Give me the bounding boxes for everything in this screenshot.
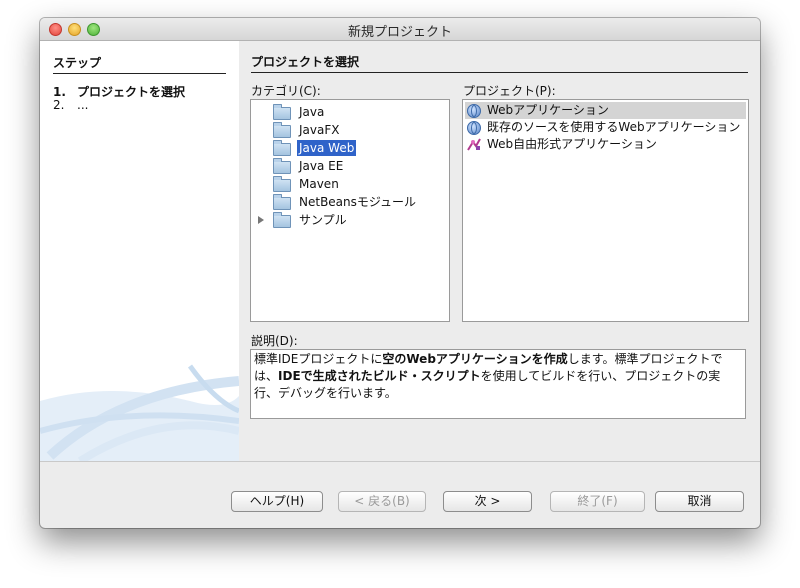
decorative-swoosh-graphic <box>40 364 239 461</box>
footer-divider <box>40 461 760 462</box>
step-item: 2.... <box>53 98 88 112</box>
projects-list[interactable]: Webアプリケーション 既存のソースを使用するWebアプリケーション Web自由… <box>462 99 749 322</box>
folder-icon <box>273 140 291 156</box>
expand-triangle-icon[interactable] <box>258 216 264 224</box>
folder-icon <box>273 158 291 174</box>
cancel-button[interactable]: 取消 <box>655 491 744 512</box>
step-number: 1. <box>53 85 66 99</box>
folder-icon <box>273 194 291 210</box>
page-title: プロジェクトを選択 <box>251 53 748 73</box>
categories-tree[interactable]: Java JavaFX Java Web Java EE Maven NetBe… <box>250 99 450 322</box>
step-label: プロジェクトを選択 <box>77 85 186 99</box>
step-label: ... <box>77 98 89 112</box>
steps-header: ステップ <box>53 54 226 74</box>
folder-icon <box>273 212 291 228</box>
new-project-dialog: 新規プロジェクト ステップ 1. プロジェクトを選択 2.... プロジェクトを選… <box>40 18 760 528</box>
title-bar: 新規プロジェクト <box>40 18 760 41</box>
description-label: 説明(D): <box>251 334 298 348</box>
window-title: 新規プロジェクト <box>347 25 452 40</box>
back-button[interactable]: < 戻る(B) <box>338 491 426 512</box>
folder-icon <box>273 122 291 138</box>
projects-label: プロジェクト(P): <box>463 84 556 98</box>
description-text: 標準IDEプロジェクトに空のWebアプリケーションを作成します。標準プロジェクト… <box>250 349 746 419</box>
help-button[interactable]: ヘルプ(H) <box>231 491 323 512</box>
globe-icon <box>467 104 481 118</box>
next-button[interactable]: 次 > <box>443 491 532 512</box>
folder-icon <box>273 176 291 192</box>
step-number: 2. <box>53 98 65 112</box>
folder-icon <box>273 104 291 120</box>
steps-panel: ステップ 1. プロジェクトを選択 2.... <box>40 41 239 461</box>
freeform-icon <box>467 138 481 151</box>
globe-icon <box>467 121 481 135</box>
project-item-web-application[interactable]: Webアプリケーション <box>465 102 746 119</box>
finish-button[interactable]: 終了(F) <box>550 491 645 512</box>
categories-label: カテゴリ(C): <box>251 84 321 98</box>
